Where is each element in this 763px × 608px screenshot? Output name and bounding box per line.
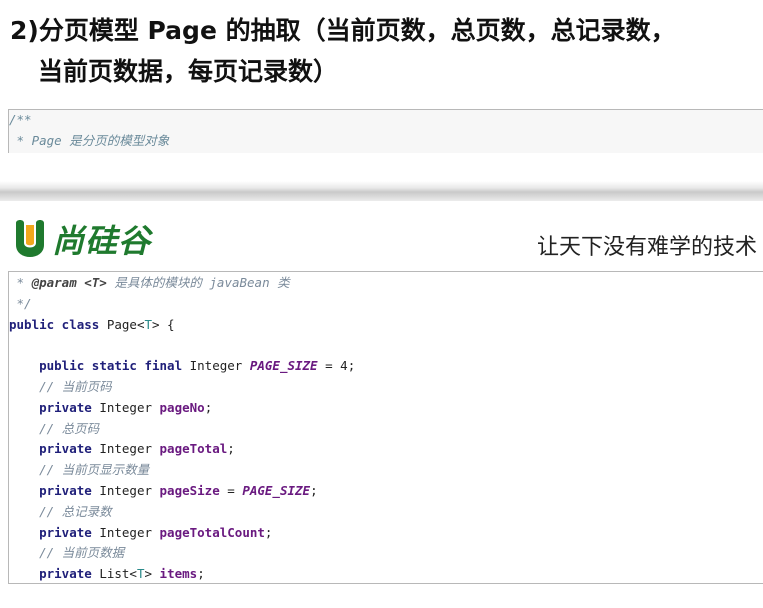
page-divider [0, 181, 763, 201]
code-line: private List<T> items; [39, 566, 205, 582]
heading-line-1: 2)分页模型 Page 的抽取（当前页数，总页数，总记录数， [10, 16, 676, 45]
section-heading: 2)分页模型 Page 的抽取（当前页数，总页数，总记录数， 当前页数据，每页记… [10, 10, 676, 92]
code-snippet-top: /** * Page 是分页的模型对象 [8, 109, 763, 153]
code-line: * Page 是分页的模型对象 [9, 132, 170, 148]
code-line: */ [9, 295, 32, 311]
code-line: private Integer pageTotalCount; [39, 524, 273, 540]
code-line: * @param <T> 是具体的模块的 javaBean 类 [9, 275, 290, 290]
code-line: // 当前页码 [39, 378, 112, 394]
brand-logo: 尚硅谷 [10, 213, 151, 265]
code-line: private Integer pageSize = PAGE_SIZE; [39, 482, 318, 498]
code-block: * @param <T> 是具体的模块的 javaBean 类 */ publi… [8, 271, 763, 584]
code-line: // 总页码 [39, 420, 100, 436]
code-line: private Integer pageNo; [39, 399, 213, 415]
logo-u-icon [16, 220, 44, 257]
code-line: public static final Integer PAGE_SIZE = … [39, 358, 356, 374]
code-line: /** [9, 112, 32, 127]
code-line: // 当前页数据 [39, 545, 125, 561]
logo-text: 尚硅谷 [52, 222, 152, 260]
code-line: public class Page<T> { [9, 316, 175, 332]
code-line: // 总记录数 [39, 503, 112, 519]
code-line: private Integer pageTotal; [39, 441, 235, 457]
code-line: // 当前页显示数量 [39, 462, 150, 478]
heading-line-2: 当前页数据，每页记录数） [38, 57, 339, 86]
slogan: 让天下没有难学的技术 [536, 235, 757, 260]
